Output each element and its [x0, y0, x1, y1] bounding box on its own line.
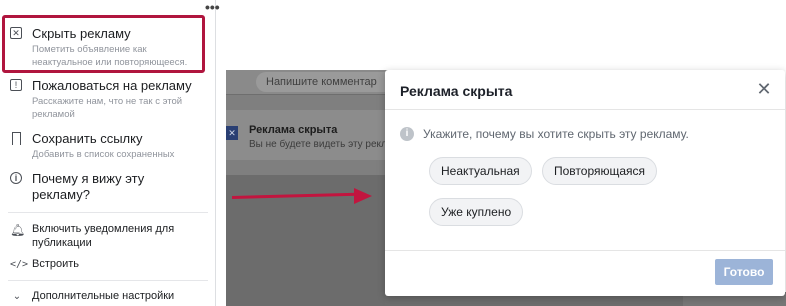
bell-icon: 🔔︎ — [10, 223, 26, 237]
menu-item-title: Скрыть рекламу — [32, 26, 131, 41]
chevron-down-icon: ⌄ — [12, 291, 22, 302]
menu-divider — [8, 280, 208, 281]
hidden-ad-card: ✕ Реклама скрыта Вы не будете видеть эту… — [226, 110, 396, 160]
menu-item-title: Встроить — [32, 258, 80, 270]
more-dots-icon[interactable]: ••• — [205, 0, 220, 14]
menu-item-title: Сохранить ссылку — [32, 131, 143, 146]
dialog-prompt: Укажите, почему вы хотите скрыть эту рек… — [423, 127, 689, 141]
hidden-ad-icon: ✕ — [226, 126, 238, 140]
code-icon: </> — [10, 259, 29, 270]
info-icon: i — [10, 172, 22, 184]
feed-bottom-strip — [385, 296, 685, 306]
menu-item-title: Почему я вижу эту рекламу? — [32, 171, 145, 202]
hidden-ad-subtitle: Вы не будете видеть эту рекламу — [249, 139, 396, 150]
post-options-menu: ••• ✕ Скрыть рекламу Пометить объявление… — [0, 0, 220, 306]
comment-input: Напишите комментар — [256, 72, 396, 92]
hidden-ad-title: Реклама скрыта — [249, 124, 338, 136]
report-icon: ! — [10, 79, 22, 91]
hide-ad-dialog: Реклама скрыта ✕ i Укажите, почему вы хо… — [385, 70, 785, 296]
menu-item-subtitle: Пометить объявление как неактуальное или… — [32, 44, 188, 68]
info-icon: i — [400, 127, 414, 141]
option-repetitive-button[interactable]: Повторяющаяся — [542, 157, 658, 185]
close-icon[interactable]: ✕ — [755, 80, 773, 98]
annotation-arrow-head — [354, 188, 372, 204]
menu-item-subtitle: Расскажите нам, что не так с этой реклам… — [32, 96, 183, 120]
done-button[interactable]: Готово — [715, 259, 773, 285]
dialog-title: Реклама скрыта — [400, 83, 513, 99]
close-box-icon: ✕ — [10, 27, 22, 39]
dialog-divider — [385, 109, 785, 110]
dialog-footer-divider — [385, 250, 785, 251]
comment-bar: Напишите комментар — [226, 70, 396, 95]
option-already-bought-button[interactable]: Уже куплено — [429, 198, 524, 226]
menu-item-subtitle: Добавить в список сохраненных — [32, 149, 175, 160]
option-irrelevant-button[interactable]: Неактуальная — [429, 157, 532, 185]
menu-item-title: Пожаловаться на рекламу — [32, 78, 192, 93]
menu-divider — [8, 212, 208, 213]
menu-item-title: Дополнительные настройки — [32, 290, 175, 302]
bookmark-icon — [12, 132, 21, 145]
menu-item-title: Включить уведомления для публикации — [32, 223, 175, 249]
